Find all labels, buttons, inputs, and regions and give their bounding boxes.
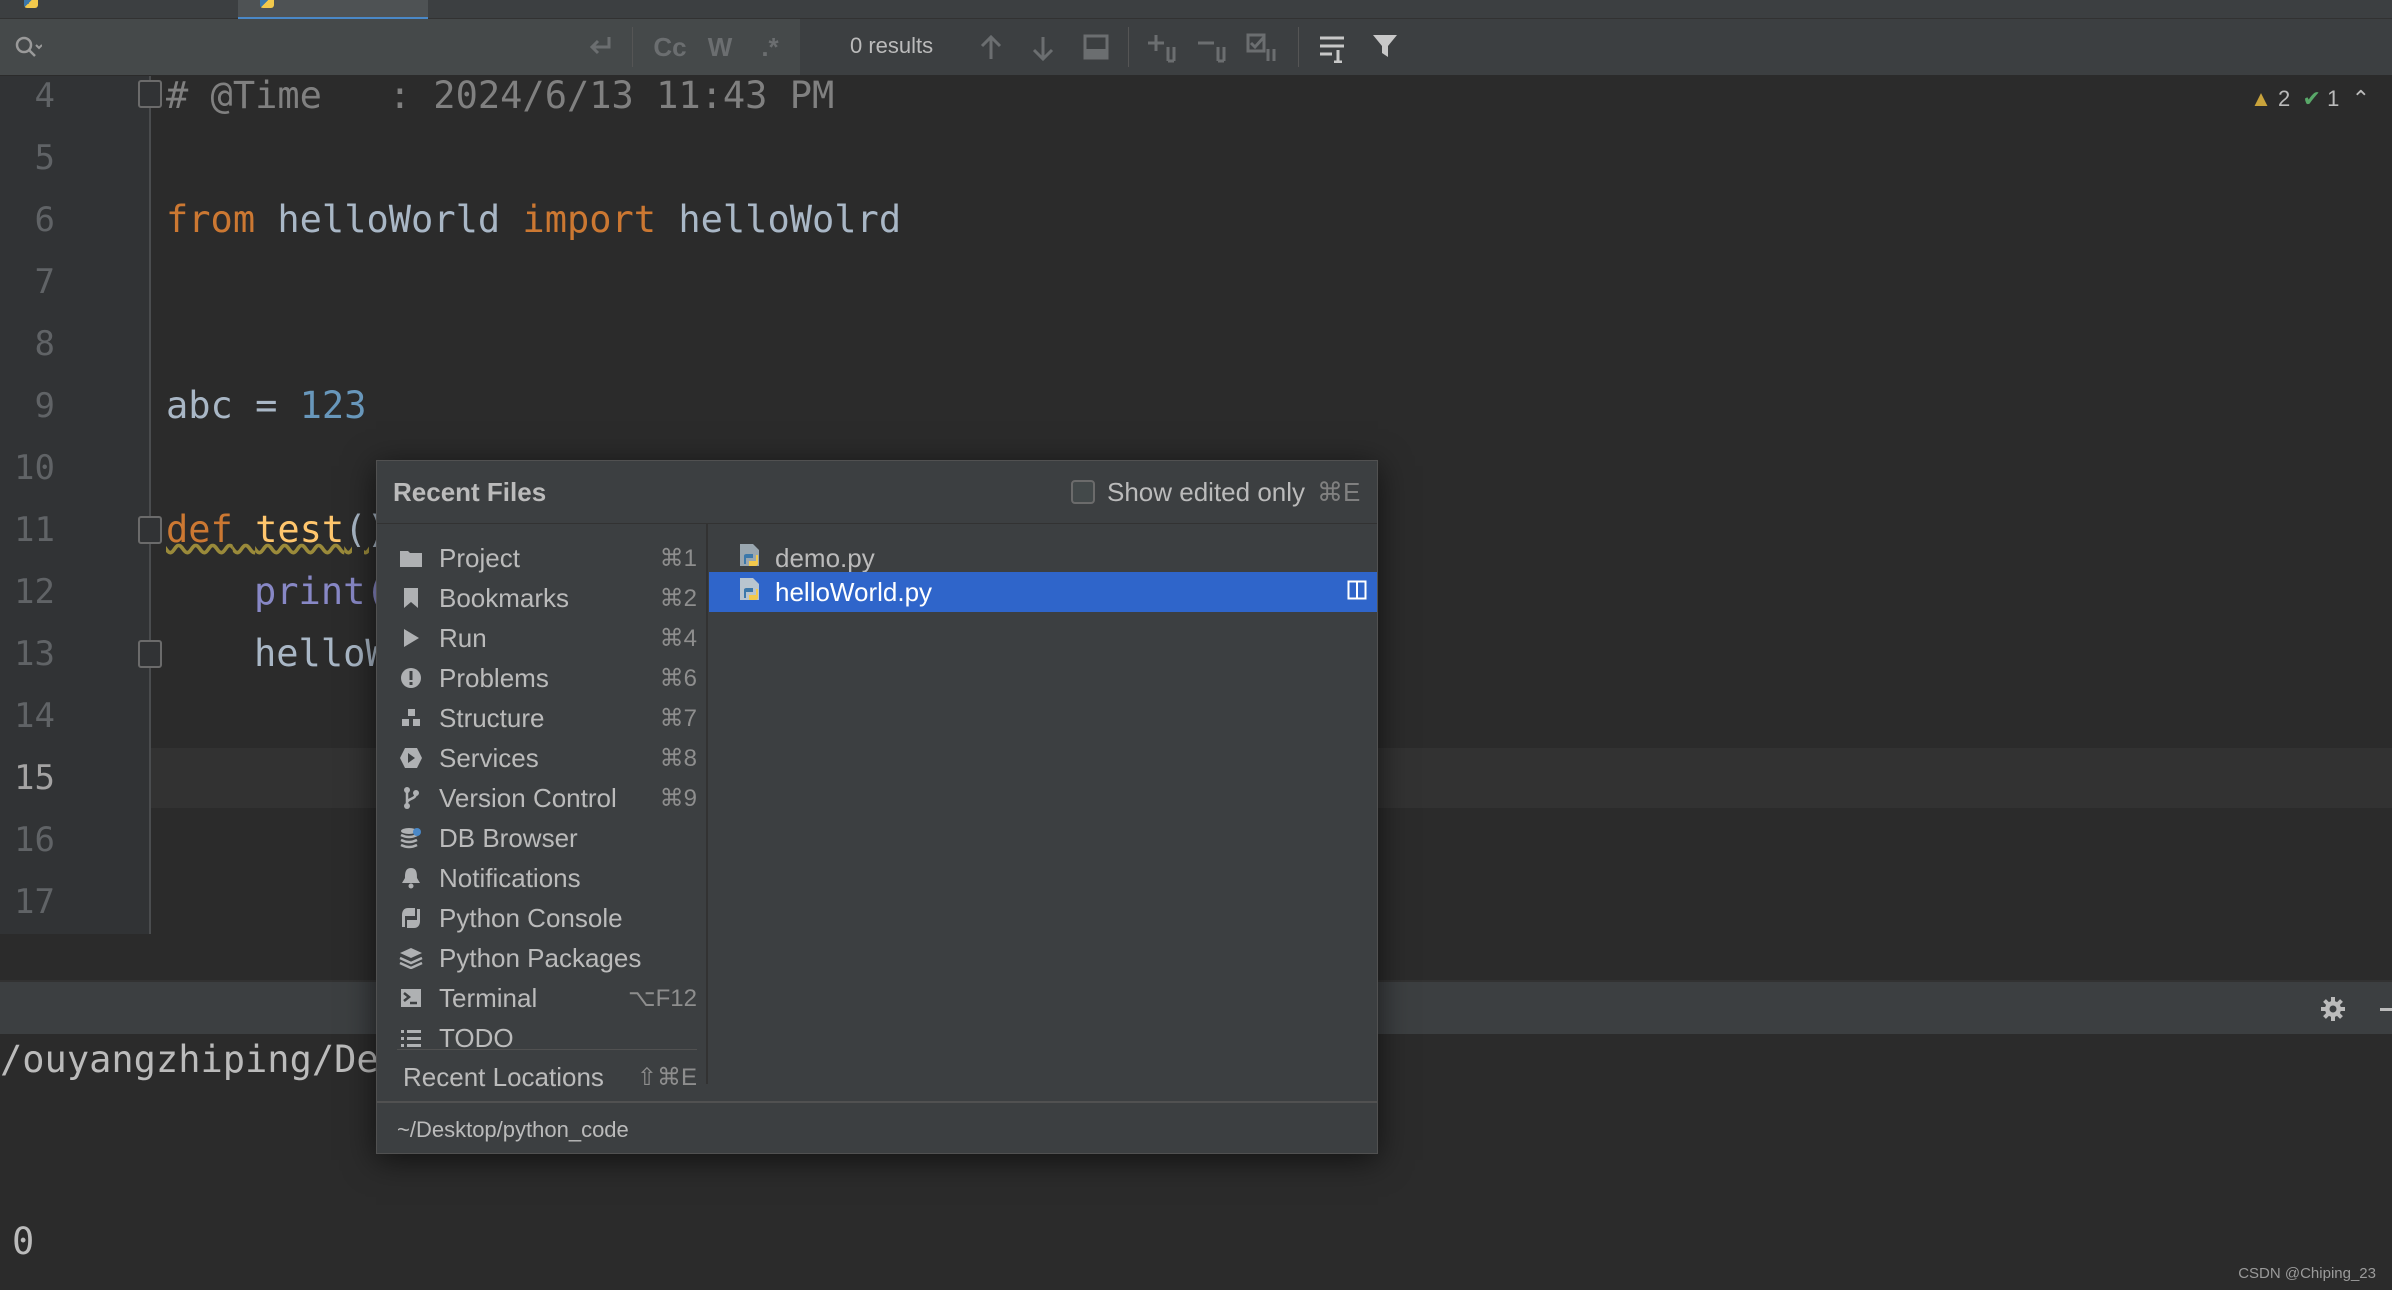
- previous-occurrence-icon[interactable]: [978, 33, 1004, 63]
- minimize-icon[interactable]: [2380, 1008, 2392, 1011]
- todo-icon: [397, 1028, 425, 1048]
- show-edited-only-checkbox[interactable]: Show edited only ⌘E: [1071, 475, 1360, 509]
- python-file-icon: [24, 0, 38, 8]
- warning-count: 2: [2278, 86, 2291, 111]
- code-line-6[interactable]: from helloWorld import helloWolrd: [166, 198, 901, 241]
- tool-window-item-problems[interactable]: Problems ⌘6: [397, 658, 697, 698]
- line-number: 7: [34, 262, 55, 302]
- filter-icon[interactable]: [1370, 31, 1400, 61]
- tool-window-item-run[interactable]: Run ⌘4: [397, 618, 697, 658]
- line-number: 11: [14, 510, 55, 550]
- chevron-up-icon[interactable]: ⌃: [2352, 86, 2370, 111]
- regex-toggle[interactable]: .*: [750, 29, 790, 65]
- find-bar: Cc W .* 0 results: [0, 19, 2392, 76]
- select-all-occurrences-icon[interactable]: [1246, 33, 1280, 63]
- bell-icon: [397, 866, 425, 890]
- ok-count: 1: [2327, 86, 2340, 111]
- remove-selection-icon[interactable]: [1196, 33, 1230, 63]
- filter-options-icon[interactable]: [1318, 33, 1350, 63]
- new-line-icon[interactable]: [580, 29, 620, 65]
- warning-icon: ▲: [2250, 86, 2272, 111]
- tool-window-item-terminal[interactable]: Terminal ⌥F12: [397, 978, 697, 1018]
- code-line-12[interactable]: print(: [254, 570, 388, 613]
- check-icon: ✔: [2302, 86, 2321, 111]
- popup-footer: ~/Desktop/python_code: [377, 1103, 1377, 1153]
- project-path: ~/Desktop/python_code: [397, 1117, 629, 1142]
- vcs-icon: [397, 786, 425, 810]
- words-toggle[interactable]: W: [700, 29, 740, 65]
- open-in-window-icon[interactable]: [1082, 33, 1110, 61]
- tool-window-list: Project ⌘1 Bookmarks ⌘2 Run ⌘4 Problems ⌘6 S…: [377, 524, 707, 1084]
- recent-locations-link[interactable]: Recent Locations ⇧⌘E: [403, 1057, 697, 1097]
- folder-icon: [397, 548, 425, 568]
- console-path-line: /ouyangzhiping/Des: [0, 1038, 401, 1081]
- tool-window-item-python-console[interactable]: Python Console: [397, 898, 697, 938]
- code-line-9[interactable]: abc = 123: [166, 384, 366, 427]
- run-icon: [397, 628, 425, 648]
- terminal-icon: [397, 988, 425, 1008]
- tool-window-item-bookmarks[interactable]: Bookmarks ⌘2: [397, 578, 697, 618]
- python-file-icon: [737, 542, 763, 575]
- tool-window-item-db-browser[interactable]: DB Browser: [397, 818, 697, 858]
- bookmark-icon: [397, 587, 425, 609]
- inspection-widget[interactable]: ▲ 2 ✔ 1 ⌃: [2250, 86, 2370, 112]
- python-file-icon: [260, 0, 274, 8]
- line-number: 12: [14, 572, 55, 612]
- tool-window-item-version-control[interactable]: Version Control ⌘9: [397, 778, 697, 818]
- line-number: 8: [34, 324, 55, 364]
- add-selection-icon[interactable]: [1146, 33, 1180, 63]
- recent-file-item-selected[interactable]: helloWorld.py: [709, 572, 1377, 612]
- python-console-icon: [397, 907, 425, 929]
- gear-icon[interactable]: [2318, 994, 2348, 1024]
- fold-marker-icon[interactable]: [138, 640, 162, 668]
- match-case-toggle[interactable]: Cc: [648, 29, 692, 65]
- tool-window-item-notifications[interactable]: Notifications: [397, 858, 697, 898]
- search-field: Cc W .*: [0, 19, 800, 75]
- line-number: 9: [34, 386, 55, 426]
- fold-marker-icon[interactable]: [138, 516, 162, 544]
- next-occurrence-icon[interactable]: [1030, 33, 1056, 63]
- tool-window-item-services[interactable]: Services ⌘8: [397, 738, 697, 778]
- editor-gutter: 4 5 6 7 8 9 10 11 12 13 14 15 16 17: [0, 76, 150, 934]
- search-icon[interactable]: [12, 33, 42, 63]
- line-number: 13: [14, 634, 55, 674]
- gutter-divider: [149, 76, 151, 934]
- code-line-13[interactable]: helloW: [254, 632, 388, 675]
- line-number: 10: [14, 448, 55, 488]
- console-output-line: 0: [12, 1220, 35, 1263]
- popup-title: Recent Files: [393, 477, 547, 507]
- fold-marker-icon[interactable]: [138, 80, 162, 108]
- line-number: 6: [34, 200, 55, 240]
- line-number: 14: [14, 696, 55, 736]
- tool-window-item-project[interactable]: Project ⌘1: [397, 538, 697, 578]
- checkbox-box[interactable]: [1071, 480, 1095, 504]
- editor-tab-helloworld[interactable]: [238, 0, 428, 20]
- editor-tab-demo[interactable]: [0, 0, 236, 17]
- results-count: 0 results: [850, 33, 934, 58]
- code-line-4[interactable]: # @Time : 2024/6/13 11:43 PM: [166, 74, 834, 117]
- line-number: 5: [34, 138, 55, 178]
- tool-window-item-python-packages[interactable]: Python Packages: [397, 938, 697, 978]
- structure-icon: [397, 708, 425, 728]
- problems-icon: [397, 667, 425, 689]
- line-number: 17: [14, 882, 55, 922]
- recent-files-popup: Recent Files Show edited only ⌘E Project…: [376, 460, 1378, 1154]
- search-input[interactable]: [60, 33, 564, 63]
- line-number: 4: [34, 76, 55, 116]
- code-line-11[interactable]: def test(): [166, 508, 389, 551]
- db-icon: [397, 826, 425, 850]
- watermark: CSDN @Chiping_23: [2238, 1265, 2376, 1282]
- editor-tab-strip: [0, 0, 2392, 20]
- packages-icon: [397, 947, 425, 969]
- services-icon: [397, 747, 425, 769]
- line-number: 16: [14, 820, 55, 860]
- open-in-split-icon[interactable]: [1347, 580, 1367, 600]
- tool-window-item-todo[interactable]: TODO: [397, 1018, 697, 1058]
- line-number-current: 15: [14, 758, 55, 798]
- tool-window-item-structure[interactable]: Structure ⌘7: [397, 698, 697, 738]
- python-file-icon: [737, 576, 763, 609]
